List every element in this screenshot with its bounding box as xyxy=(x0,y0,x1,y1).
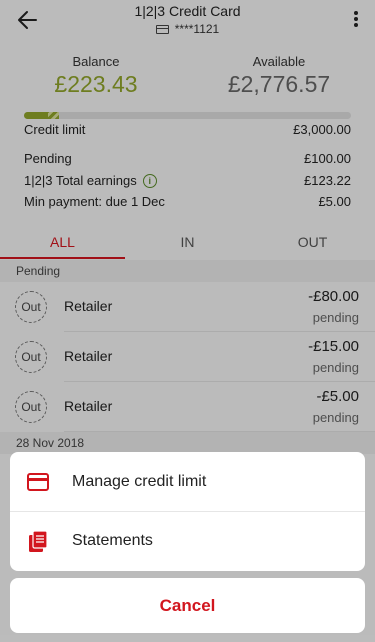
credit-card-icon xyxy=(27,473,49,491)
statements-button[interactable]: Statements xyxy=(10,511,365,570)
cancel-button[interactable]: Cancel xyxy=(10,578,365,633)
statements-icon xyxy=(29,530,48,552)
manage-credit-limit-button[interactable]: Manage credit limit xyxy=(10,452,365,511)
manage-credit-limit-label: Manage credit limit xyxy=(72,472,207,490)
statements-label: Statements xyxy=(72,532,153,549)
action-sheet: Manage credit limit Statements xyxy=(10,452,365,571)
